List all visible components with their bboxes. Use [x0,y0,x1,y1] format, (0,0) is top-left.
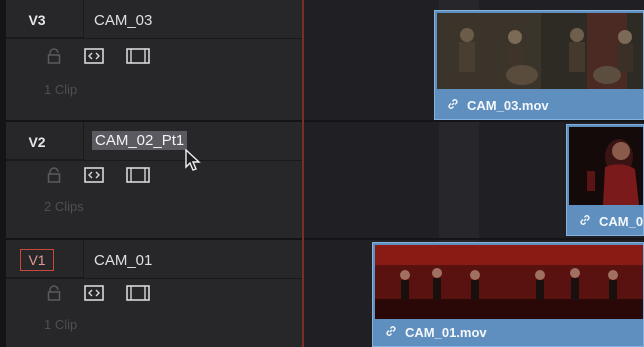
lock-icon[interactable] [46,285,62,301]
lock-icon[interactable] [46,48,62,64]
link-icon [386,326,396,336]
clip-label: CAM_03.mov [447,98,549,113]
track-id-cell: V2 [6,122,84,160]
divider [6,278,302,279]
track-header-v2: V2 CAM_02_Pt1 2 Clips [6,122,302,240]
lane-separator [304,238,644,240]
clip-name: CAM_0 [599,214,644,229]
track-id-v3[interactable]: V3 [20,9,54,31]
clip-name: CAM_03.mov [467,98,549,113]
track-name-v2-editing[interactable]: CAM_02_Pt1 [92,131,188,150]
clip-count-v3: 1 Clip [44,82,78,97]
clip-label: CAM_0 [579,214,643,229]
clip-cam03[interactable]: CAM_03.mov [434,10,644,120]
track-headers: V3 CAM_03 1 Clip V2 CAM_02_Pt1 2 Clips V… [6,0,302,347]
clip-cam01[interactable]: CAM_01.mov [372,242,644,347]
divider [6,38,302,39]
track-id-cell: V3 [6,0,84,38]
lock-icon[interactable] [46,167,62,183]
auto-select-icon[interactable] [84,167,104,183]
timeline-area[interactable]: CAM_03.mov CAM_0 CAM_01.mov [304,0,644,347]
film-icon[interactable] [126,285,150,301]
link-icon [580,215,590,225]
film-icon[interactable] [126,48,150,64]
film-icon[interactable] [126,167,150,183]
clip-label: CAM_01.mov [385,325,487,340]
auto-select-icon[interactable] [84,285,104,301]
clip-count-v2: 2 Clips [44,199,84,214]
clip-thumbnail [569,127,643,205]
clip-thumbnail [437,13,643,89]
clip-thumbnail [375,245,643,319]
clip-name: CAM_01.mov [405,325,487,340]
track-id-cell: V1 [6,240,84,278]
mouse-cursor-icon [185,149,201,171]
track-header-v1: V1 CAM_01 1 Clip [6,240,302,347]
clip-count-v1: 1 Clip [44,317,78,332]
track-header-v3: V3 CAM_03 1 Clip [6,0,302,122]
lane-separator [304,120,644,122]
clip-cam02[interactable]: CAM_0 [566,124,644,236]
link-icon [448,99,458,109]
track-name-v1[interactable]: CAM_01 [94,252,152,269]
divider [6,160,302,161]
track-id-v1-active[interactable]: V1 [20,249,54,271]
track-id-v2[interactable]: V2 [20,131,54,153]
resolve-timeline: V3 CAM_03 1 Clip V2 CAM_02_Pt1 2 Clips V… [0,0,644,347]
auto-select-icon[interactable] [84,48,104,64]
track-name-v3[interactable]: CAM_03 [94,12,152,29]
